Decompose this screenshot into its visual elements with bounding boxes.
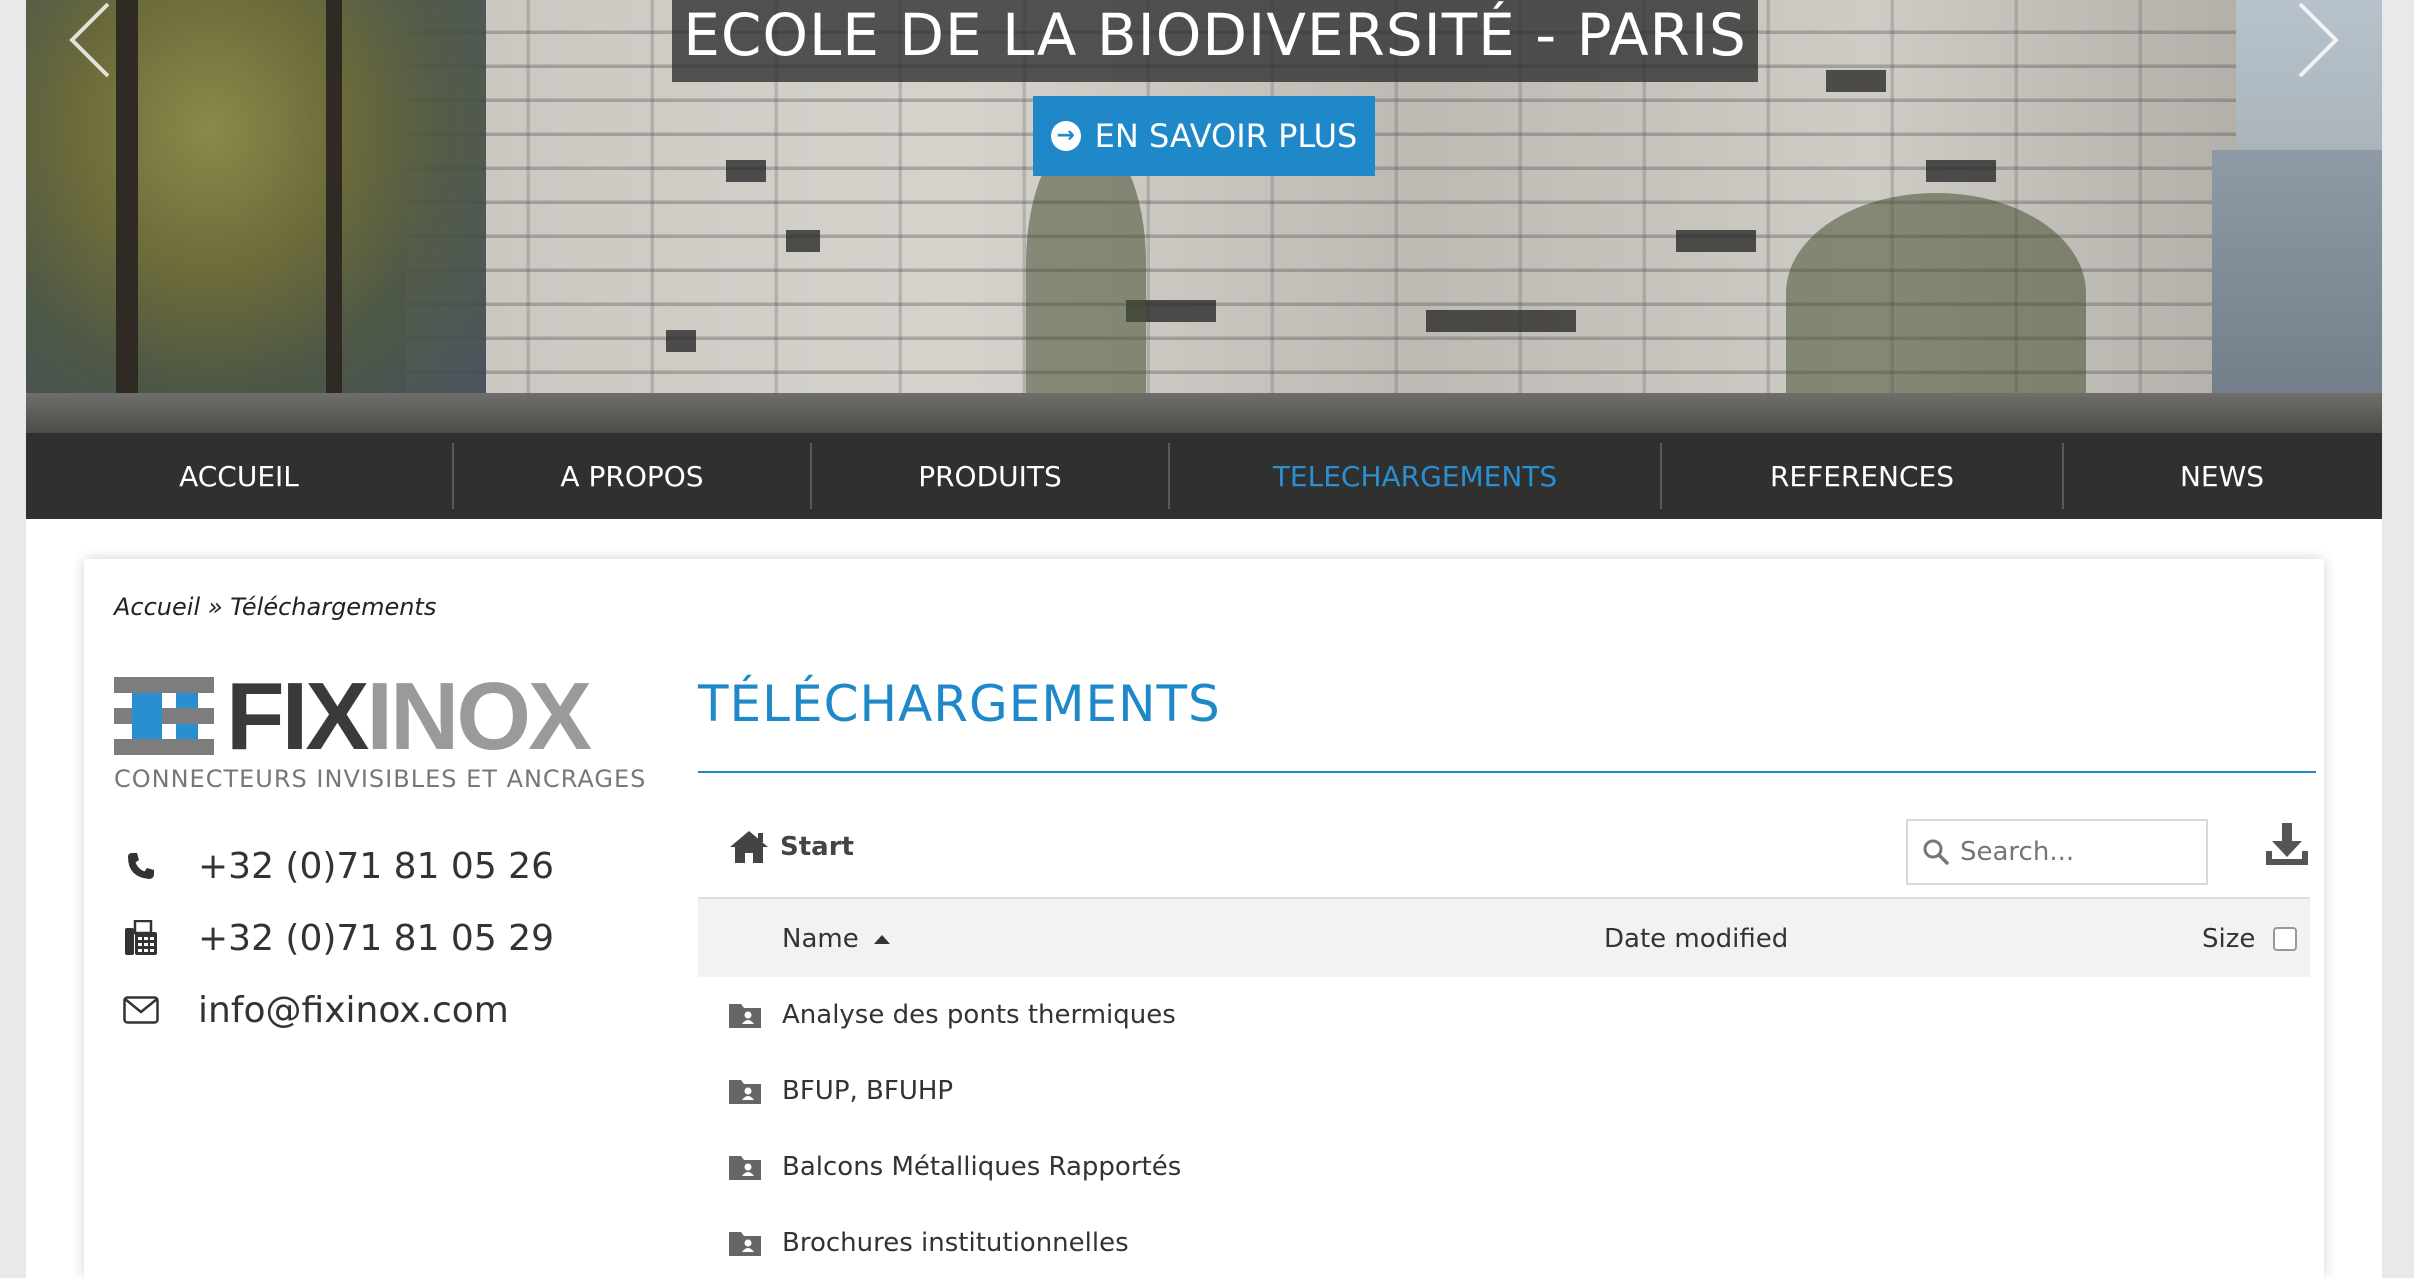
page-title: TÉLÉCHARGEMENTS bbox=[698, 675, 1221, 733]
hero-cta-button[interactable]: → EN SAVOIR PLUS bbox=[1033, 96, 1375, 176]
home-icon bbox=[730, 831, 768, 863]
folder-row[interactable]: Analyse des ponts thermiques bbox=[698, 977, 2310, 1053]
start-button[interactable]: Start bbox=[728, 829, 854, 865]
file-table-header: Name Date modified Size bbox=[698, 897, 2310, 977]
phone-number[interactable]: +32 (0)71 81 05 26 bbox=[198, 846, 554, 887]
sort-asc-icon bbox=[873, 935, 890, 944]
page-shell: ECOLE DE LA BIODIVERSITÉ - PARIS → EN SA… bbox=[26, 0, 2382, 1278]
contact-email: info@fixinox.com bbox=[122, 987, 509, 1033]
nav-item-news[interactable]: NEWS bbox=[2064, 433, 2380, 519]
email-link[interactable]: info@fixinox.com bbox=[198, 990, 509, 1031]
fixinox-logo-word: FIXINOX bbox=[226, 663, 592, 770]
fixinox-tagline: CONNECTEURS INVISIBLES ET ANCRAGES bbox=[114, 765, 647, 793]
hero-image-ground bbox=[26, 393, 2382, 433]
phone-icon bbox=[122, 847, 160, 885]
title-divider bbox=[698, 771, 2316, 773]
nav-item-references[interactable]: REFERENCES bbox=[1662, 433, 2062, 519]
folder-row[interactable]: BFUP, BFUHP bbox=[698, 1053, 2310, 1129]
fax-icon bbox=[122, 919, 160, 957]
select-all-checkbox[interactable] bbox=[2273, 927, 2298, 951]
nav-item-produits[interactable]: PRODUITS bbox=[812, 433, 1168, 519]
contact-fax: +32 (0)71 81 05 29 bbox=[122, 915, 554, 961]
nav-item-accueil[interactable]: ACCUEIL bbox=[26, 433, 452, 519]
nav-item-a-propos[interactable]: A PROPOS bbox=[454, 433, 810, 519]
fax-number: +32 (0)71 81 05 29 bbox=[198, 917, 554, 959]
folder-icon bbox=[729, 1080, 761, 1104]
download-button[interactable] bbox=[2262, 819, 2312, 875]
hero-image-building bbox=[2212, 150, 2382, 433]
column-name-header[interactable]: Name bbox=[782, 899, 891, 979]
nav-item-telechargements[interactable]: TELECHARGEMENTS bbox=[1170, 433, 1660, 519]
folder-name: BFUP, BFUHP bbox=[782, 1076, 954, 1106]
fixinox-logo-mark bbox=[114, 677, 214, 755]
breadcrumb: Accueil » Téléchargements bbox=[114, 593, 437, 621]
folder-icon bbox=[729, 1232, 761, 1256]
file-manager-toolbar: Start bbox=[698, 813, 2310, 895]
folder-row[interactable]: Brochures institutionnelles bbox=[698, 1205, 2310, 1278]
hero-banner: ECOLE DE LA BIODIVERSITÉ - PARIS → EN SA… bbox=[26, 0, 2382, 433]
download-icon bbox=[2266, 823, 2308, 865]
contact-phone: +32 (0)71 81 05 26 bbox=[122, 843, 554, 889]
search-icon bbox=[1923, 839, 1949, 865]
envelope-icon bbox=[122, 991, 160, 1029]
slider-next-button[interactable] bbox=[2288, 0, 2348, 80]
fixinox-logo[interactable]: FIXINOX CONNECTEURS INVISIBLES ET ANCRAG… bbox=[114, 667, 645, 795]
folder-icon bbox=[729, 1156, 761, 1180]
content-card: Accueil » Téléchargements FIXINOX CONNEC… bbox=[84, 559, 2324, 1278]
search-input[interactable] bbox=[1960, 837, 2200, 867]
folder-row[interactable]: Balcons Métalliques Rapportés bbox=[698, 1129, 2310, 1205]
chevron-right-icon bbox=[2298, 2, 2339, 78]
chevron-left-icon bbox=[69, 2, 110, 78]
main-nav: ACCUEIL A PROPOS PRODUITS TELECHARGEMENT… bbox=[26, 433, 2382, 519]
folder-name: Balcons Métalliques Rapportés bbox=[782, 1152, 1182, 1182]
start-label: Start bbox=[780, 832, 854, 862]
folder-name: Analyse des ponts thermiques bbox=[782, 1000, 1176, 1030]
search-box[interactable] bbox=[1906, 819, 2208, 885]
folder-name: Brochures institutionnelles bbox=[782, 1228, 1129, 1258]
column-size-header[interactable]: Size bbox=[2202, 899, 2298, 979]
slider-prev-button[interactable] bbox=[60, 0, 120, 80]
folder-icon bbox=[729, 1004, 761, 1028]
column-date-header[interactable]: Date modified bbox=[1604, 899, 1788, 979]
arrow-circle-icon: → bbox=[1050, 121, 1081, 151]
hero-title: ECOLE DE LA BIODIVERSITÉ - PARIS bbox=[672, 0, 1758, 82]
hero-cta-label: EN SAVOIR PLUS bbox=[1094, 117, 1358, 155]
